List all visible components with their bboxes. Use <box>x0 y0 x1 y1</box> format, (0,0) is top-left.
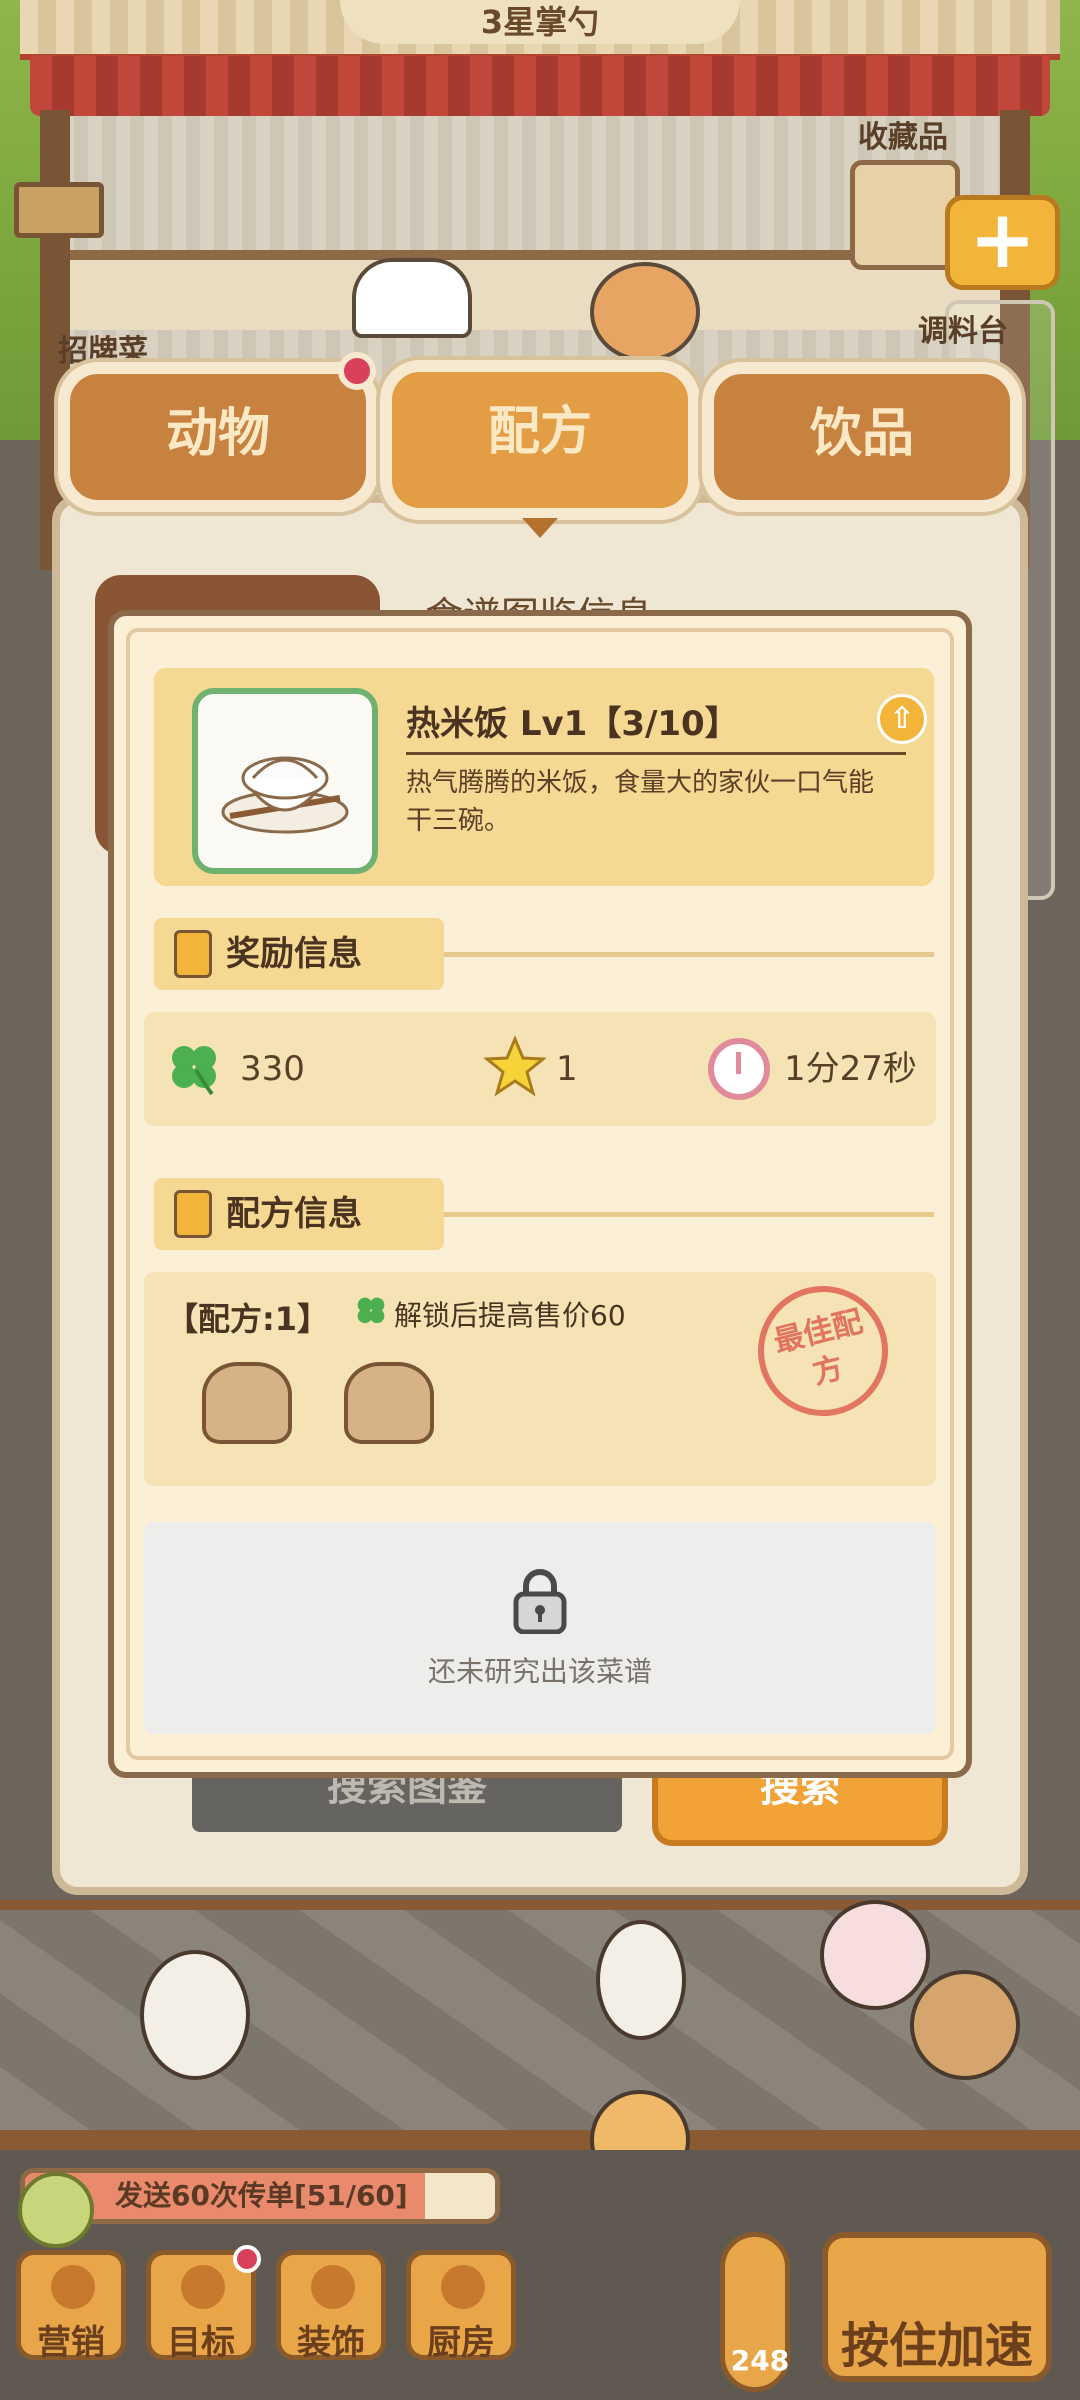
nav-marketing-button[interactable]: 营销 <box>16 2250 126 2363</box>
clipboard-icon <box>174 1190 212 1238</box>
clock-icon <box>708 1038 770 1100</box>
hammer-icon <box>311 2265 355 2309</box>
megaphone-icon <box>51 2265 95 2309</box>
speed-button-label: 按住加速 <box>840 2318 1033 2374</box>
dog-customer[interactable] <box>910 1970 1020 2080</box>
recipe-box: 【配方:1】 解锁后提高售价60 最佳配方 <box>144 1272 936 1486</box>
rice-bowl-icon <box>221 756 349 834</box>
flyer-icon <box>18 2172 94 2248</box>
locked-message: 还未研究出该菜谱 <box>427 1655 652 1688</box>
notification-badge <box>338 352 376 390</box>
lock-icon <box>513 1569 567 1634</box>
section-title: 配方信息 <box>226 1194 362 1234</box>
reward-time-value: 1分27秒 <box>784 1049 917 1089</box>
shop-sign[interactable] <box>14 182 104 238</box>
sheep-customer[interactable] <box>140 1950 250 2080</box>
shop-rank-title: 3星掌勺 <box>340 0 740 44</box>
tab-label: 饮品 <box>809 404 914 464</box>
section-title: 奖励信息 <box>226 934 362 974</box>
reward-clover-value: 330 <box>240 1049 305 1089</box>
reward-box: 330 1 1分27秒 <box>144 1012 936 1126</box>
shop-awning-stripes <box>30 56 1050 116</box>
clipboard-icon <box>174 930 212 978</box>
quest-text: 发送60次传单[51/60] <box>115 2179 408 2212</box>
nav-kitchen-button[interactable]: 厨房 <box>406 2250 516 2363</box>
item-card: 热米饭 Lv1【3/10】 ⇧ 热气腾腾的米饭，食量大的家伙一口气能干三碗。 <box>154 668 934 886</box>
tab-drinks[interactable]: 饮品 <box>702 362 1022 512</box>
section-divider <box>444 1212 934 1217</box>
rice-sack-icon[interactable] <box>344 1362 434 1444</box>
hold-to-speed-button[interactable]: 按住加速 <box>822 2232 1052 2382</box>
seasoning-table-label: 调料台 <box>918 314 1008 349</box>
reward-section-header: 奖励信息 <box>154 918 444 990</box>
thermometer-value: 248 <box>730 2344 790 2377</box>
recipe-bonus-text: 解锁后提高售价60 <box>394 1299 626 1332</box>
tab-label: 配方 <box>487 402 592 462</box>
nav-goals-button[interactable]: 目标 <box>146 2245 261 2363</box>
nav-decor-button[interactable]: 装饰 <box>276 2250 386 2363</box>
nav-label: 目标 <box>167 2323 235 2363</box>
rabbit-customer[interactable] <box>596 1920 686 2040</box>
locked-recipe-box: 还未研究出该菜谱 <box>144 1522 936 1734</box>
add-button[interactable]: + <box>945 195 1060 290</box>
collection-label: 收藏品 <box>858 120 948 155</box>
nav-label: 营销 <box>37 2323 105 2363</box>
clover-icon <box>357 1297 385 1324</box>
nav-label: 装饰 <box>297 2323 365 2363</box>
nav-label: 厨房 <box>427 2323 495 2363</box>
tab-recipes[interactable]: 配方 <box>380 360 700 520</box>
target-icon <box>181 2265 225 2309</box>
reward-star-value: 1 <box>556 1049 578 1089</box>
recipe-detail-modal: 热米饭 Lv1【3/10】 ⇧ 热气腾腾的米饭，食量大的家伙一口气能干三碗。 奖… <box>108 610 972 1778</box>
collection-item[interactable] <box>850 160 960 270</box>
tab-animals[interactable]: 动物 <box>58 352 378 512</box>
notification-badge <box>233 2245 261 2273</box>
rice-sack-icon[interactable] <box>202 1362 292 1444</box>
clover-icon <box>172 1046 216 1096</box>
recipe-section-header: 配方信息 <box>154 1178 444 1250</box>
divider <box>406 752 906 755</box>
best-recipe-stamp: 最佳配方 <box>744 1272 902 1430</box>
section-divider <box>444 952 934 957</box>
pot-icon <box>441 2265 485 2309</box>
pig-customer[interactable] <box>820 1900 930 2010</box>
chef-hat <box>352 258 472 338</box>
item-name: 热米饭 Lv1【3/10】 <box>406 704 739 744</box>
star-icon <box>484 1036 546 1097</box>
cat-chef <box>590 262 700 362</box>
recipe-count: 【配方:1】 <box>166 1300 330 1338</box>
item-description: 热气腾腾的米饭，食量大的家伙一口气能干三碗。 <box>406 768 875 836</box>
upgrade-arrow-icon[interactable]: ⇧ <box>877 694 927 744</box>
rice-bowl-image <box>192 688 378 874</box>
thermometer-meter[interactable]: 248 <box>720 2232 790 2392</box>
tab-label: 动物 <box>165 404 270 464</box>
floor-edge-bottom <box>0 2130 1080 2150</box>
